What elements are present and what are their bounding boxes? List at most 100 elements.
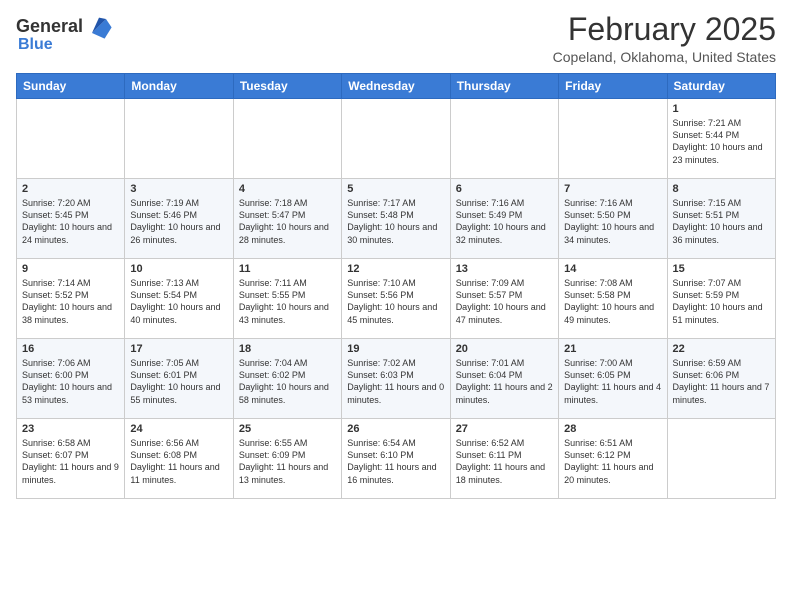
- calendar-cell: 24 Sunrise: 6:56 AM Sunset: 6:08 PM Dayli…: [125, 419, 233, 499]
- day-number: 3: [130, 183, 227, 195]
- day-info: Sunrise: 7:18 AM Sunset: 5:47 PM Dayligh…: [239, 197, 336, 246]
- calendar-cell: 19 Sunrise: 7:02 AM Sunset: 6:03 PM Dayli…: [342, 339, 450, 419]
- day-number: 11: [239, 263, 336, 275]
- day-number: 12: [347, 263, 444, 275]
- day-number: 21: [564, 343, 661, 355]
- weekday-header-tuesday: Tuesday: [233, 74, 341, 99]
- day-info: Sunrise: 7:09 AM Sunset: 5:57 PM Dayligh…: [456, 277, 553, 326]
- day-number: 18: [239, 343, 336, 355]
- weekday-header-monday: Monday: [125, 74, 233, 99]
- calendar-cell: [125, 99, 233, 179]
- weekday-header-wednesday: Wednesday: [342, 74, 450, 99]
- day-info: Sunrise: 6:54 AM Sunset: 6:10 PM Dayligh…: [347, 437, 444, 486]
- day-number: 23: [22, 423, 119, 435]
- month-title: February 2025: [553, 12, 776, 47]
- day-number: 22: [673, 343, 770, 355]
- calendar-cell: 15Sunrise: 7:07 AM Sunset: 5:59 PM Dayli…: [667, 259, 775, 339]
- calendar-cell: 17 Sunrise: 7:05 AM Sunset: 6:01 PM Dayli…: [125, 339, 233, 419]
- day-number: 20: [456, 343, 553, 355]
- day-info: Sunrise: 7:17 AM Sunset: 5:48 PM Dayligh…: [347, 197, 444, 246]
- day-number: 5: [347, 183, 444, 195]
- weekday-header-friday: Friday: [559, 74, 667, 99]
- day-info: Sunrise: 7:00 AM Sunset: 6:05 PM Dayligh…: [564, 357, 661, 406]
- calendar-cell: 5 Sunrise: 7:17 AM Sunset: 5:48 PM Daylig…: [342, 179, 450, 259]
- weekday-header-saturday: Saturday: [667, 74, 775, 99]
- day-number: 14: [564, 263, 661, 275]
- calendar-cell: 8 Sunrise: 7:15 AM Sunset: 5:51 PM Daylig…: [667, 179, 775, 259]
- day-number: 13: [456, 263, 553, 275]
- calendar-cell: 1 Sunrise: 7:21 AM Sunset: 5:44 PM Daylig…: [667, 99, 775, 179]
- day-number: 19: [347, 343, 444, 355]
- day-number: 24: [130, 423, 227, 435]
- day-number: 16: [22, 343, 119, 355]
- day-info: Sunrise: 7:16 AM Sunset: 5:50 PM Dayligh…: [564, 197, 661, 246]
- day-info: Sunrise: 7:07 AM Sunset: 5:59 PM Dayligh…: [673, 277, 770, 326]
- calendar-cell: [17, 99, 125, 179]
- day-number: 1: [673, 103, 770, 115]
- day-number: 28: [564, 423, 661, 435]
- calendar-week-1: 1 Sunrise: 7:21 AM Sunset: 5:44 PM Daylig…: [17, 99, 776, 179]
- calendar-week-3: 9 Sunrise: 7:14 AM Sunset: 5:52 PM Daylig…: [17, 259, 776, 339]
- calendar-cell: 11 Sunrise: 7:11 AM Sunset: 5:55 PM Dayli…: [233, 259, 341, 339]
- calendar-week-2: 2Sunrise: 7:20 AM Sunset: 5:45 PM Daylig…: [17, 179, 776, 259]
- calendar-cell: 13 Sunrise: 7:09 AM Sunset: 5:57 PM Dayli…: [450, 259, 558, 339]
- weekday-header-sunday: Sunday: [17, 74, 125, 99]
- calendar-header-row: SundayMondayTuesdayWednesdayThursdayFrid…: [17, 74, 776, 99]
- header: General Blue February 2025 Copeland, Okl…: [16, 12, 776, 65]
- calendar-cell: [450, 99, 558, 179]
- day-number: 27: [456, 423, 553, 435]
- day-info: Sunrise: 6:56 AM Sunset: 6:08 PM Dayligh…: [130, 437, 227, 486]
- calendar-cell: 21 Sunrise: 7:00 AM Sunset: 6:05 PM Dayli…: [559, 339, 667, 419]
- title-area: February 2025 Copeland, Oklahoma, United…: [553, 12, 776, 65]
- day-info: Sunrise: 7:14 AM Sunset: 5:52 PM Dayligh…: [22, 277, 119, 326]
- calendar-week-4: 16 Sunrise: 7:06 AM Sunset: 6:00 PM Dayli…: [17, 339, 776, 419]
- day-info: Sunrise: 6:55 AM Sunset: 6:09 PM Dayligh…: [239, 437, 336, 486]
- calendar-cell: 10Sunrise: 7:13 AM Sunset: 5:54 PM Dayli…: [125, 259, 233, 339]
- day-number: 10: [130, 263, 227, 275]
- location-title: Copeland, Oklahoma, United States: [553, 49, 776, 65]
- day-info: Sunrise: 7:15 AM Sunset: 5:51 PM Dayligh…: [673, 197, 770, 246]
- day-info: Sunrise: 7:19 AM Sunset: 5:46 PM Dayligh…: [130, 197, 227, 246]
- day-info: Sunrise: 7:02 AM Sunset: 6:03 PM Dayligh…: [347, 357, 444, 406]
- calendar: SundayMondayTuesdayWednesdayThursdayFrid…: [16, 73, 776, 499]
- day-number: 25: [239, 423, 336, 435]
- calendar-cell: [559, 99, 667, 179]
- calendar-week-5: 23 Sunrise: 6:58 AM Sunset: 6:07 PM Dayli…: [17, 419, 776, 499]
- calendar-cell: 25 Sunrise: 6:55 AM Sunset: 6:09 PM Dayli…: [233, 419, 341, 499]
- day-info: Sunrise: 7:06 AM Sunset: 6:00 PM Dayligh…: [22, 357, 119, 406]
- calendar-cell: 28Sunrise: 6:51 AM Sunset: 6:12 PM Dayli…: [559, 419, 667, 499]
- day-info: Sunrise: 7:04 AM Sunset: 6:02 PM Dayligh…: [239, 357, 336, 406]
- page: General Blue February 2025 Copeland, Okl…: [0, 0, 792, 612]
- calendar-cell: 3 Sunrise: 7:19 AM Sunset: 5:46 PM Daylig…: [125, 179, 233, 259]
- day-number: 9: [22, 263, 119, 275]
- calendar-cell: [342, 99, 450, 179]
- day-number: 6: [456, 183, 553, 195]
- logo-area: General Blue: [16, 12, 113, 54]
- day-number: 7: [564, 183, 661, 195]
- calendar-cell: 16 Sunrise: 7:06 AM Sunset: 6:00 PM Dayli…: [17, 339, 125, 419]
- day-info: Sunrise: 7:05 AM Sunset: 6:01 PM Dayligh…: [130, 357, 227, 406]
- day-number: 17: [130, 343, 227, 355]
- day-number: 26: [347, 423, 444, 435]
- calendar-cell: [233, 99, 341, 179]
- day-info: Sunrise: 6:52 AM Sunset: 6:11 PM Dayligh…: [456, 437, 553, 486]
- day-info: Sunrise: 6:58 AM Sunset: 6:07 PM Dayligh…: [22, 437, 119, 486]
- calendar-cell: 14Sunrise: 7:08 AM Sunset: 5:58 PM Dayli…: [559, 259, 667, 339]
- calendar-cell: 22 Sunrise: 6:59 AM Sunset: 6:06 PM Dayli…: [667, 339, 775, 419]
- calendar-cell: 12Sunrise: 7:10 AM Sunset: 5:56 PM Dayli…: [342, 259, 450, 339]
- calendar-cell: 2Sunrise: 7:20 AM Sunset: 5:45 PM Daylig…: [17, 179, 125, 259]
- calendar-cell: 18 Sunrise: 7:04 AM Sunset: 6:02 PM Dayli…: [233, 339, 341, 419]
- day-info: Sunrise: 7:21 AM Sunset: 5:44 PM Dayligh…: [673, 117, 770, 166]
- day-number: 8: [673, 183, 770, 195]
- calendar-cell: 9 Sunrise: 7:14 AM Sunset: 5:52 PM Daylig…: [17, 259, 125, 339]
- day-info: Sunrise: 6:59 AM Sunset: 6:06 PM Dayligh…: [673, 357, 770, 406]
- logo-icon: [85, 12, 113, 40]
- day-number: 4: [239, 183, 336, 195]
- calendar-cell: 7 Sunrise: 7:16 AM Sunset: 5:50 PM Daylig…: [559, 179, 667, 259]
- day-info: Sunrise: 7:20 AM Sunset: 5:45 PM Dayligh…: [22, 197, 119, 246]
- weekday-header-thursday: Thursday: [450, 74, 558, 99]
- calendar-cell: [667, 419, 775, 499]
- day-info: Sunrise: 7:11 AM Sunset: 5:55 PM Dayligh…: [239, 277, 336, 326]
- calendar-cell: 6Sunrise: 7:16 AM Sunset: 5:49 PM Daylig…: [450, 179, 558, 259]
- day-info: Sunrise: 7:01 AM Sunset: 6:04 PM Dayligh…: [456, 357, 553, 406]
